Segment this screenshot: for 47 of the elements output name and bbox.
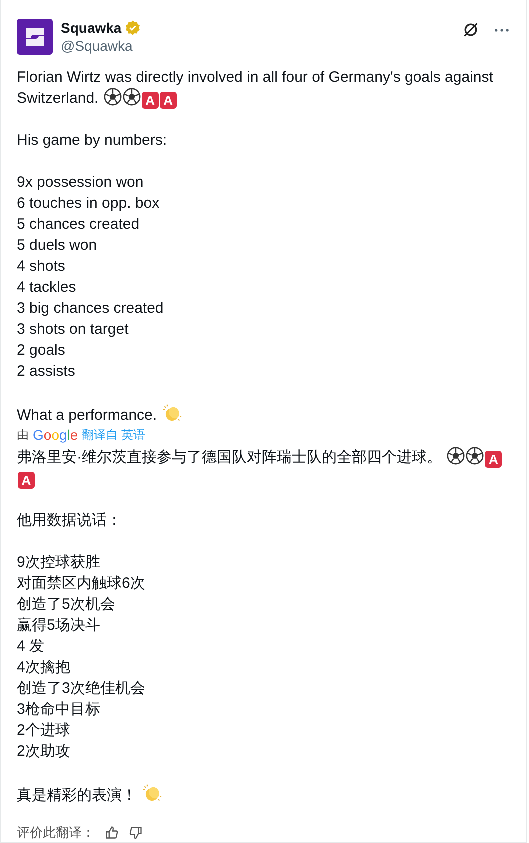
stat-line: 对面禁区内触球6次 xyxy=(17,574,146,594)
more-options-icon[interactable] xyxy=(494,28,510,32)
letter-badge: A xyxy=(142,92,159,109)
soccer-ball-icon xyxy=(122,88,141,106)
post-text: 真是精彩的表演！ xyxy=(17,787,137,804)
avatar-logo-icon xyxy=(17,19,53,55)
post-text: Switzerland. xyxy=(17,90,99,107)
soccer-ball-icon xyxy=(104,88,122,106)
post-text: 弗洛里安·维尔茨直接参与了德国队对阵瑞士队的全部四个进球。 xyxy=(17,449,442,466)
stat-line: 6 touches in opp. box xyxy=(17,194,160,214)
stat-line: 2个进球 xyxy=(17,721,70,741)
stat-line: 3 big chances created xyxy=(17,299,164,319)
post-text: What a performance. xyxy=(17,407,158,424)
stat-line: 2次助攻 xyxy=(17,742,70,762)
stat-line: 9x possession won xyxy=(17,173,144,193)
post-text: His game by numbers: xyxy=(17,132,168,149)
clapping-hands-icon xyxy=(162,403,182,423)
stat-line: 5 chances created xyxy=(17,215,140,235)
grok-icon[interactable] xyxy=(462,21,480,39)
stat-line: 3 shots on target xyxy=(17,320,129,340)
stat-line: 9次控球获胜 xyxy=(17,553,100,573)
stat-line: 4 shots xyxy=(17,257,66,277)
rate-translation-label: 评价此翻译： xyxy=(17,824,95,842)
thumbs-down-icon[interactable] xyxy=(129,826,143,840)
post-text: 他用数据说话： xyxy=(17,512,122,529)
post-text: Florian Wirtz was directly involved in all four of Germany's goals against xyxy=(17,68,494,88)
author-handle[interactable]: @Squawka xyxy=(61,37,454,55)
letter-badge: A xyxy=(18,472,35,489)
thumbs-up-icon[interactable] xyxy=(105,826,119,840)
stat-line: 赢得5场决斗 xyxy=(17,616,100,636)
stat-line: 4 发 xyxy=(17,637,45,657)
stat-line: 3枪命中目标 xyxy=(17,700,100,720)
letter-badge: A xyxy=(160,92,177,109)
author-name[interactable]: Squawka xyxy=(61,19,122,37)
google-logo: Google xyxy=(33,427,78,443)
stat-line: 4 tackles xyxy=(17,278,76,298)
soccer-ball-icon xyxy=(466,447,484,465)
stat-line: 4次擒抱 xyxy=(17,658,70,678)
letter-badge: A xyxy=(485,451,502,468)
stat-line: 创造了3次绝佳机会 xyxy=(17,679,146,699)
soccer-ball-icon xyxy=(447,447,466,465)
stat-line: 2 assists xyxy=(17,362,76,382)
stat-line: 2 goals xyxy=(17,341,66,361)
translated-by-label: 由 xyxy=(17,426,29,444)
stat-line: 创造了5次机会 xyxy=(17,595,116,615)
stat-line: 5 duels won xyxy=(17,236,98,256)
clapping-hands-icon xyxy=(142,783,162,803)
